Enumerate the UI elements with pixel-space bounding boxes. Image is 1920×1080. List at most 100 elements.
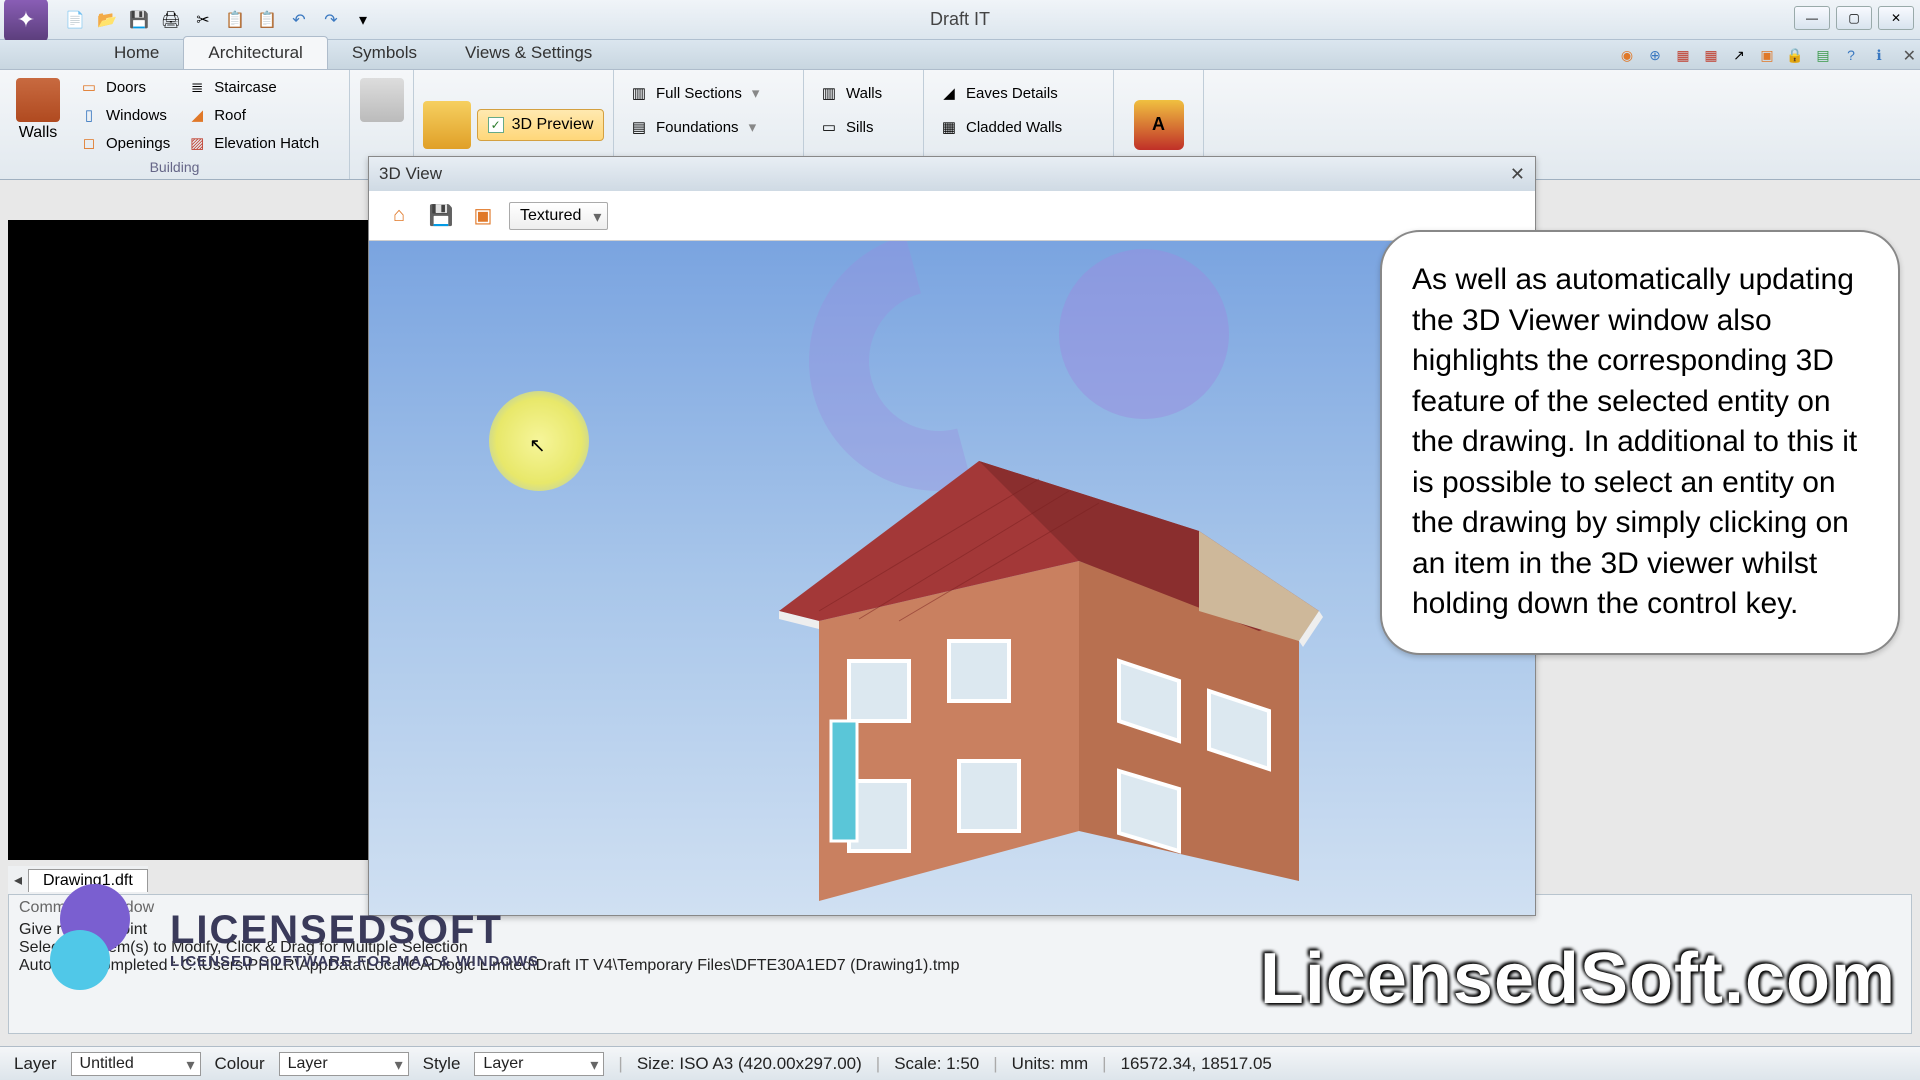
dropdown-icon: ▾ <box>749 118 757 136</box>
watermark-brand: LICENSEDSOFT <box>170 908 539 953</box>
walls-button[interactable]: Walls <box>8 74 68 156</box>
3d-view-titlebar[interactable]: 3D View ✕ <box>369 157 1535 191</box>
walls2-icon: ▥ <box>818 82 840 104</box>
checkbox-checked-icon: ✓ <box>488 117 504 133</box>
abc-icon[interactable]: A <box>1134 100 1184 150</box>
dropdown-icon: ▾ <box>752 84 760 102</box>
status-size: Size: ISO A3 (420.00x297.00) <box>637 1054 862 1074</box>
sections-button[interactable] <box>352 74 412 126</box>
3d-view-title: 3D View <box>379 164 442 184</box>
building-group-label: Building <box>8 157 341 175</box>
elevation-hatch-icon: ▨ <box>186 132 208 154</box>
app-menu-icon[interactable]: ✦ <box>4 0 48 42</box>
box-view-icon[interactable]: ▣ <box>467 200 499 232</box>
windows-button[interactable]: ▯Windows <box>72 102 176 128</box>
status-coords: 16572.34, 18517.05 <box>1121 1054 1272 1074</box>
roof-button[interactable]: ◢Roof <box>180 102 325 128</box>
cursor-icon: ↖ <box>529 433 546 458</box>
roof-icon: ◢ <box>186 104 208 126</box>
qat-save-icon[interactable]: 💾 <box>126 7 152 33</box>
walls-icon <box>16 78 60 122</box>
doors-icon: ▭ <box>78 76 100 98</box>
full-sections-icon: ▥ <box>628 82 650 104</box>
windows-icon: ▯ <box>78 104 100 126</box>
elevation-hatch-button[interactable]: ▨Elevation Hatch <box>180 130 325 156</box>
house-preview-icon <box>423 101 471 149</box>
cladded-walls-button[interactable]: ▦Cladded Walls <box>932 114 1105 140</box>
3d-house-model[interactable] <box>639 361 1339 915</box>
callout-text: As well as automatically updating the 3D… <box>1412 263 1857 620</box>
status-units: Units: mm <box>1012 1054 1089 1074</box>
watermark-tagline: LICENSED SOFTWARE FOR MAC & WINDOWS <box>170 953 539 970</box>
3d-preview-label: 3D Preview <box>512 116 594 134</box>
toolbar-help-icon[interactable]: ? <box>1840 44 1862 66</box>
staircase-button[interactable]: ≣Staircase <box>180 74 325 100</box>
cladded-icon: ▦ <box>938 116 960 138</box>
eaves-icon: ◢ <box>938 82 960 104</box>
eaves-details-button[interactable]: ◢Eaves Details <box>932 80 1105 106</box>
toolbar-icon-2[interactable]: ⊕ <box>1644 44 1666 66</box>
qat-new-icon[interactable]: 📄 <box>62 7 88 33</box>
foundations-icon: ▤ <box>628 116 650 138</box>
qat-undo-icon[interactable]: ↶ <box>286 7 312 33</box>
foundations-button[interactable]: ▤Foundations▾ <box>622 114 795 140</box>
walls-label: Walls <box>19 124 58 142</box>
tab-views-settings[interactable]: Views & Settings <box>441 37 616 69</box>
tab-architectural[interactable]: Architectural <box>183 36 327 69</box>
qat-more-icon[interactable]: ▾ <box>350 7 376 33</box>
3d-view-panel: 3D View ✕ ⌂ 💾 ▣ Textured ↖ <box>368 156 1536 916</box>
toolbar-icon-3[interactable]: ▦ <box>1672 44 1694 66</box>
tab-symbols[interactable]: Symbols <box>328 37 441 69</box>
save-view-icon[interactable]: 💾 <box>425 200 457 232</box>
sections-icon <box>360 78 404 122</box>
staircase-icon: ≣ <box>186 76 208 98</box>
toolbar-icon-4[interactable]: ▦ <box>1700 44 1722 66</box>
layer-select[interactable]: Untitled <box>71 1052 201 1076</box>
ribbon-tabs: Home Architectural Symbols Views & Setti… <box>0 40 1920 70</box>
watermark-url: LicensedSoft.com <box>1260 938 1896 1020</box>
maximize-button[interactable]: ▢ <box>1836 6 1872 30</box>
toolbar-icon-5[interactable]: ↗ <box>1728 44 1750 66</box>
openings-button[interactable]: ◻Openings <box>72 130 176 156</box>
toolbar-icon-6[interactable]: ▣ <box>1756 44 1778 66</box>
qat-cut-icon[interactable]: ✂ <box>190 7 216 33</box>
doors-button[interactable]: ▭Doors <box>72 74 176 100</box>
home-view-icon[interactable]: ⌂ <box>383 200 415 232</box>
window-title: Draft IT <box>930 9 990 30</box>
toolbar-info-icon[interactable]: ℹ <box>1868 44 1890 66</box>
qat-open-icon[interactable]: 📂 <box>94 7 120 33</box>
drawing-area[interactable] <box>8 220 368 860</box>
toolbar-icon-8[interactable]: ▤ <box>1812 44 1834 66</box>
sills-button[interactable]: ▭Sills <box>812 114 915 140</box>
tab-scroll-left-icon[interactable]: ◂ <box>8 870 28 890</box>
layer-label: Layer <box>14 1054 57 1074</box>
qat-paste-icon[interactable]: 📋 <box>254 7 280 33</box>
style-label: Style <box>423 1054 461 1074</box>
watermark-logo: LICENSEDSOFT LICENSED SOFTWARE FOR MAC &… <box>50 884 539 994</box>
style-select[interactable]: Layer <box>474 1052 604 1076</box>
close-button[interactable]: ✕ <box>1878 6 1914 30</box>
sills-icon: ▭ <box>818 116 840 138</box>
ribbon-minimize-icon[interactable]: ✕ <box>1903 46 1916 66</box>
openings-icon: ◻ <box>78 132 100 154</box>
status-scale: Scale: 1:50 <box>894 1054 979 1074</box>
qat-print-icon[interactable]: 🖨 <box>158 7 184 33</box>
3d-preview-toggle[interactable]: ✓ 3D Preview <box>477 109 605 141</box>
tooltip-callout: As well as automatically updating the 3D… <box>1380 230 1900 655</box>
3d-view-toolbar: ⌂ 💾 ▣ Textured <box>369 191 1535 241</box>
render-mode-select[interactable]: Textured <box>509 202 608 230</box>
status-bar: Layer Untitled Colour Layer Style Layer … <box>0 1046 1920 1080</box>
tab-home[interactable]: Home <box>90 37 183 69</box>
toolbar-icon-7[interactable]: 🔒 <box>1784 44 1806 66</box>
toolbar-icon-1[interactable]: ◉ <box>1616 44 1638 66</box>
colour-select[interactable]: Layer <box>279 1052 409 1076</box>
minimize-button[interactable]: — <box>1794 6 1830 30</box>
full-sections-button[interactable]: ▥Full Sections▾ <box>622 80 795 106</box>
3d-view-close-icon[interactable]: ✕ <box>1510 164 1525 185</box>
walls2-button[interactable]: ▥Walls <box>812 80 915 106</box>
titlebar: ✦ 📄 📂 💾 🖨 ✂ 📋 📋 ↶ ↷ ▾ Draft IT — ▢ ✕ <box>0 0 1920 40</box>
qat-redo-icon[interactable]: ↷ <box>318 7 344 33</box>
qat-copy-icon[interactable]: 📋 <box>222 7 248 33</box>
watermark-swirl-icon <box>50 884 160 994</box>
3d-canvas[interactable]: ↖ <box>369 241 1535 915</box>
